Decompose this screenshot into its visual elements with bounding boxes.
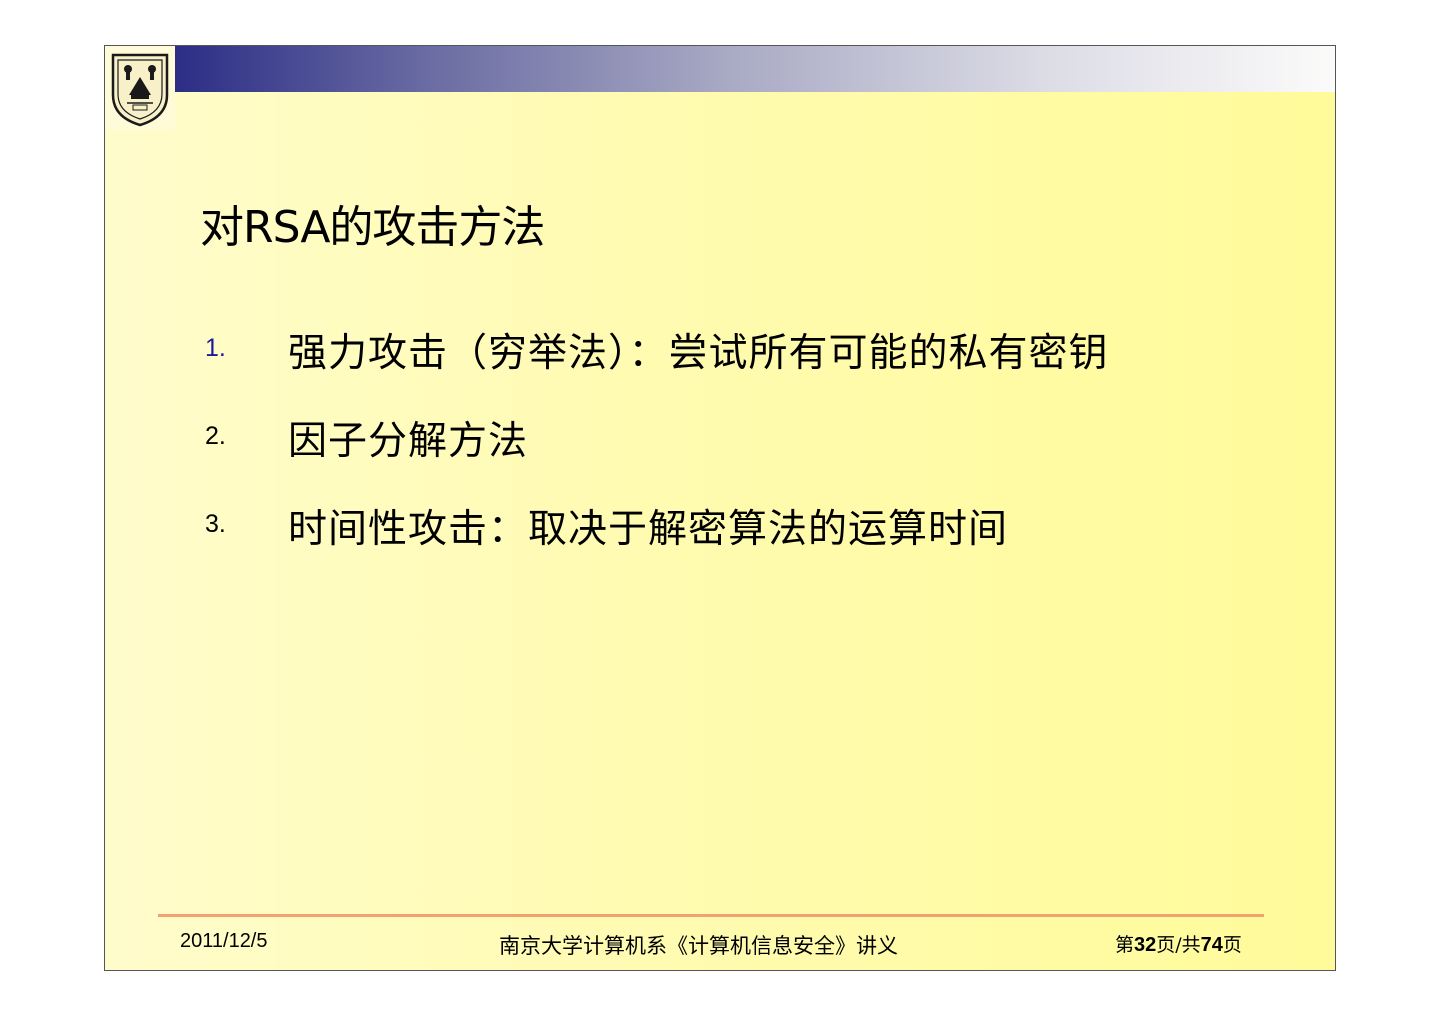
item-number: 3. <box>205 510 226 538</box>
footer-divider <box>158 914 1264 917</box>
slide-title: 对RSA的攻击方法 <box>200 202 545 253</box>
item-text: 因子分解方法 <box>288 419 529 464</box>
item-text: 时间性攻击：取决于解密算法的运算时间 <box>288 507 1009 552</box>
item-text: 强力攻击（穷举法）：尝试所有可能的私有密钥 <box>288 331 1109 376</box>
university-logo <box>105 46 175 130</box>
footer-course-title: 南京大学计算机系《计算机信息安全》讲义 <box>499 934 898 958</box>
item-number: 2. <box>205 422 226 450</box>
crest-icon <box>111 53 169 127</box>
header-gradient-band <box>173 46 1335 92</box>
slide: 对RSA的攻击方法 1. 强力攻击（穷举法）：尝试所有可能的私有密钥 2. 因子… <box>104 45 1336 971</box>
item-number: 1. <box>205 334 226 362</box>
footer-date: 2011/12/5 <box>180 930 268 952</box>
footer-page-number: 第32页/共74页 <box>1115 934 1242 956</box>
